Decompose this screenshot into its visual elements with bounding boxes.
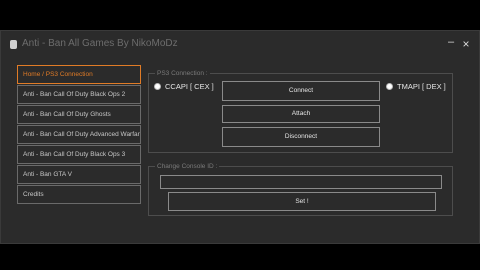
radio-ccapi[interactable]: CCAPI [ CEX ] [154, 82, 214, 91]
sidebar-item-bo3[interactable]: Anti - Ban Call Of Duty Black Ops 3 [17, 145, 141, 164]
attach-button[interactable]: Attach [222, 105, 380, 123]
title-bar[interactable]: Anti - Ban All Games By NikoMoDz – × [1, 31, 479, 57]
radio-ccapi-label: CCAPI [ CEX ] [165, 82, 214, 91]
connect-button[interactable]: Connect [222, 81, 380, 101]
sidebar-item-home[interactable]: Home / PS3 Connection [17, 65, 141, 84]
minimize-button[interactable]: – [444, 35, 458, 49]
close-button[interactable]: × [459, 37, 473, 51]
radio-tmapi-label: TMAPI [ DEX ] [397, 82, 446, 91]
sidebar-item-bo2[interactable]: Anti - Ban Call Of Duty Black Ops 2 [17, 85, 141, 104]
ps3-connection-legend: PS3 Connection : [155, 69, 210, 78]
sidebar-item-gtav[interactable]: Anti - Ban GTA V [17, 165, 141, 184]
sidebar-item-ghosts[interactable]: Anti - Ban Call Of Duty Ghosts [17, 105, 141, 124]
sidebar-nav: Home / PS3 Connection Anti - Ban Call Of… [17, 65, 141, 205]
radio-tmapi-dot[interactable] [386, 83, 393, 90]
window-title: Anti - Ban All Games By NikoMoDz [22, 38, 178, 49]
app-icon [10, 40, 17, 49]
set-console-id-button[interactable]: Set ! [168, 192, 436, 211]
change-console-id-legend: Change Console ID : [155, 162, 220, 171]
sidebar-item-aw[interactable]: Anti - Ban Call Of Duty Advanced Warfare [17, 125, 141, 144]
radio-ccapi-dot[interactable] [154, 83, 161, 90]
sidebar-item-credits[interactable]: Credits [17, 185, 141, 204]
disconnect-button[interactable]: Disconnect [222, 127, 380, 147]
console-id-input[interactable] [160, 175, 442, 189]
radio-tmapi[interactable]: TMAPI [ DEX ] [386, 82, 446, 91]
